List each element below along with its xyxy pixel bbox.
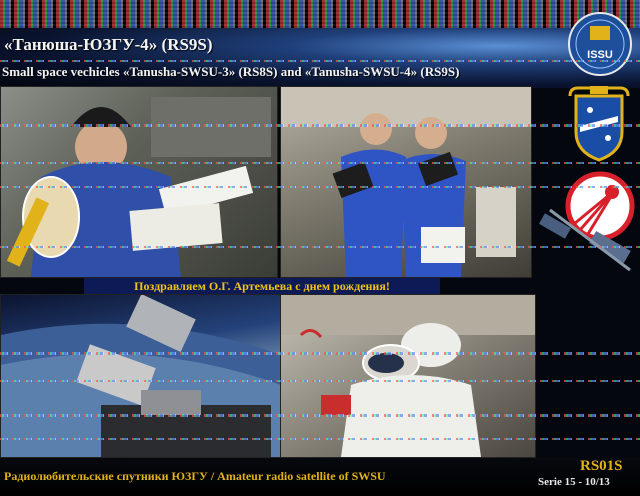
image-title: «Танюша-ЮЗГУ-4» (RS9S)	[4, 35, 213, 54]
signal-noise-streak	[0, 60, 640, 62]
footer-caption: Радиолюбительские спутники ЮЗГУ / Amateu…	[4, 469, 386, 483]
signal-noise-streak	[0, 124, 640, 127]
space-station-silhouette	[539, 208, 631, 272]
signal-noise-streak	[0, 438, 640, 440]
signal-noise-streak	[0, 352, 640, 355]
photo-two-crew-holding-satellites	[280, 86, 532, 278]
signal-noise-top	[0, 0, 640, 30]
signal-noise-streak	[0, 414, 640, 417]
signal-noise-streak	[0, 380, 640, 382]
photo-satellite-deployment-in-orbit	[0, 294, 282, 458]
callsign-label: RS01S	[580, 458, 623, 474]
signal-noise-streak	[0, 186, 640, 188]
issu-emblem-logo: ISSU	[568, 12, 632, 76]
photo-spacesuit-in-station	[280, 294, 536, 458]
image-subtitle: Small space vechicles «Tanusha-SWSU-3» (…	[2, 64, 460, 79]
photo-cosmonaut-with-satellites	[0, 86, 278, 278]
congratulation-banner: Поздравляем О.Г. Артемьева с днем рожден…	[84, 278, 440, 294]
signal-noise-streak	[0, 246, 640, 248]
signal-noise-streak	[0, 162, 640, 164]
serie-label: Serie 15 - 10/13	[538, 476, 610, 488]
